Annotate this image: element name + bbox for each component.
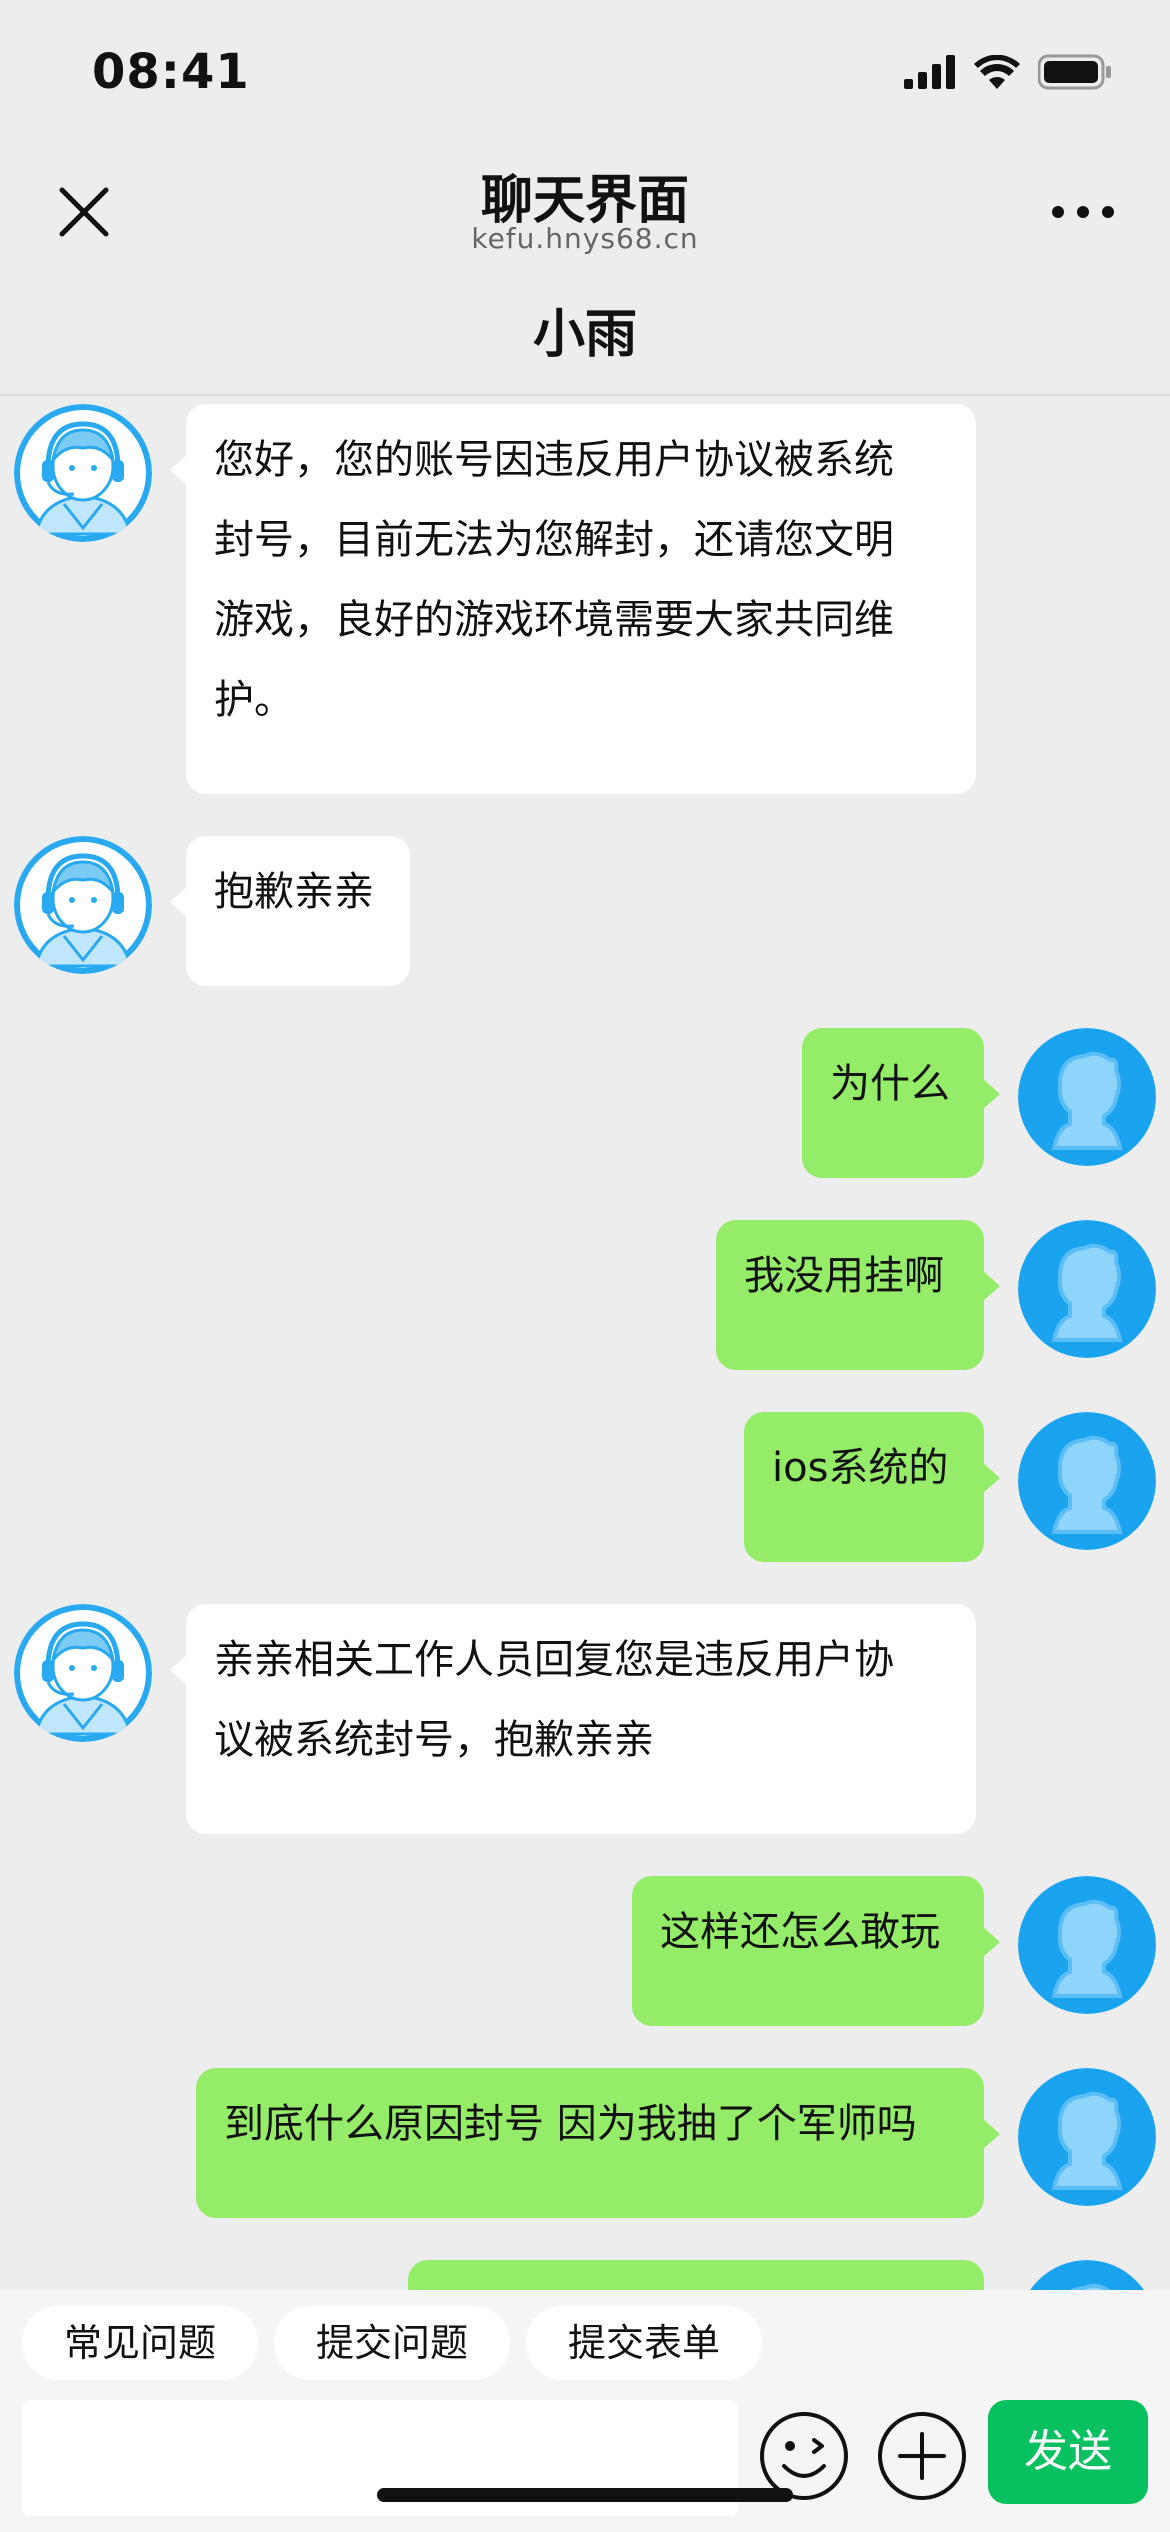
more-button[interactable] [1048, 192, 1118, 232]
message-bubble: 亲亲相关工作人员回复您是违反用户协 议被系统封号，抱歉亲亲 [170, 1604, 976, 1834]
agent-avatar [14, 1604, 152, 1742]
more-icon [1052, 206, 1114, 218]
user-avatar [1018, 1876, 1156, 2014]
quick-actions: 常见问题 提交问题 提交表单 [22, 2306, 763, 2380]
support-agent-avatar-icon [14, 404, 152, 542]
message-bubble: 您好，您的账号因违反用户协议被系统 封号，目前无法为您解封，还请您文明 游戏，良… [170, 404, 976, 794]
page-url: kefu.hnys68.cn [471, 222, 699, 255]
message-bubble: 为什么 [802, 1028, 1000, 1178]
header: 聊天界面 kefu.hnys68.cn [0, 140, 1170, 280]
support-agent-avatar-icon [14, 836, 152, 974]
plus-button[interactable] [876, 2410, 968, 2502]
message-bubble: 抱歉亲亲 [170, 836, 410, 986]
user-avatar-icon [1018, 1028, 1156, 1166]
status-time: 08:41 [92, 44, 250, 100]
support-agent-avatar-icon [14, 1604, 152, 1742]
home-indicator[interactable] [377, 2488, 793, 2502]
message-bubble [408, 2260, 984, 2290]
user-avatar-icon [1030, 2260, 1144, 2290]
user-avatar [1018, 1220, 1156, 1358]
quick-action-submit-question-button[interactable]: 提交问题 [274, 2306, 511, 2380]
user-avatar [1018, 2260, 1156, 2290]
user-avatar-icon [1018, 2068, 1156, 2206]
agent-name: 小雨 [0, 280, 1170, 396]
status-icons [904, 54, 1112, 90]
chat-list[interactable]: 您好，您的账号因违反用户协议被系统 封号，目前无法为您解封，还请您文明 游戏，良… [0, 396, 1170, 2290]
agent-avatar [14, 836, 152, 974]
status-bar: 08:41 [0, 0, 1170, 140]
send-button[interactable]: 发送 [988, 2400, 1148, 2504]
message-bubble: ios系统的 [744, 1412, 1000, 1562]
message-bubble: 到底什么原因封号 因为我抽了个军师吗 [196, 2068, 1000, 2218]
signal-icon [904, 55, 955, 89]
user-avatar-icon [1018, 1412, 1156, 1550]
message-bubble: 这样还怎么敢玩 [632, 1876, 1000, 2026]
user-avatar [1018, 1028, 1156, 1166]
user-avatar-icon [1018, 1876, 1156, 2014]
user-avatar [1018, 1412, 1156, 1550]
user-avatar [1018, 2068, 1156, 2206]
quick-action-faq-button[interactable]: 常见问题 [22, 2306, 259, 2380]
quick-action-submit-form-button[interactable]: 提交表单 [526, 2306, 763, 2380]
agent-avatar [14, 404, 152, 542]
user-avatar-icon [1018, 1220, 1156, 1358]
wifi-icon [974, 55, 1020, 89]
plus-icon [878, 2412, 966, 2500]
battery-icon [1038, 54, 1111, 90]
message-bubble: 我没用挂啊 [716, 1220, 1000, 1370]
